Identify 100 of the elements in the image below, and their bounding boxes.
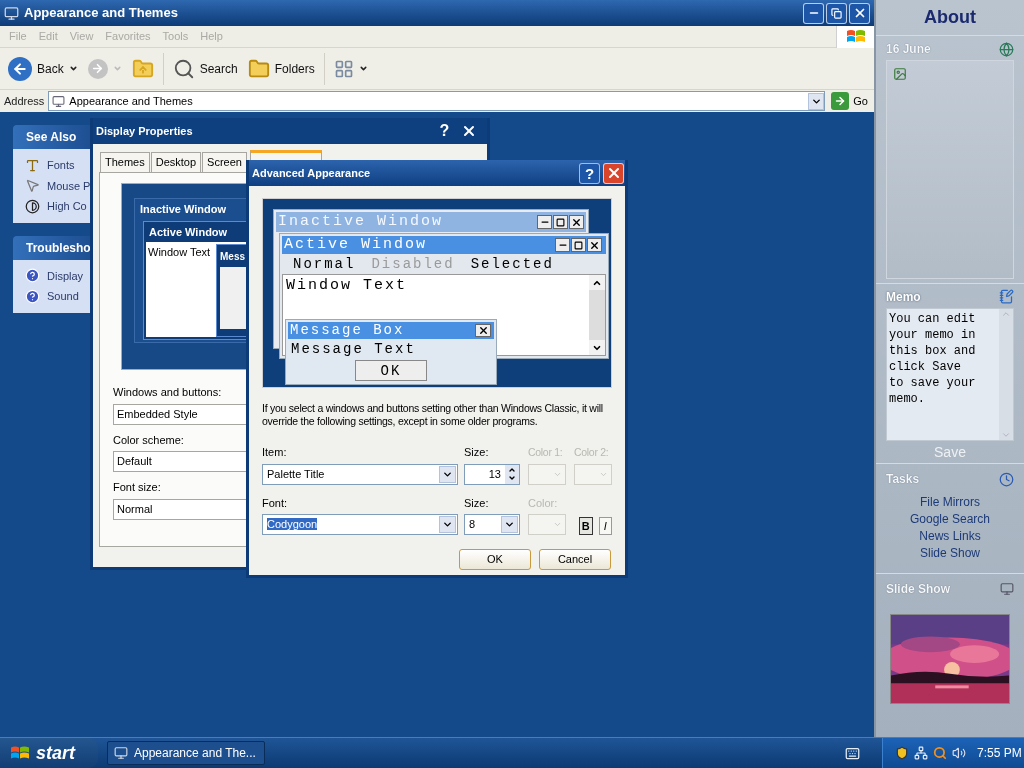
field-label: Size: xyxy=(464,445,490,460)
task-link[interactable]: File Mirrors xyxy=(920,494,980,511)
spinner-arrows-icon xyxy=(505,464,519,484)
preview-menu-item: Disabled xyxy=(371,254,455,274)
go-button[interactable]: Go xyxy=(829,92,870,110)
color-picker[interactable] xyxy=(528,514,566,535)
globe-icon xyxy=(999,41,1014,57)
clock-icon xyxy=(999,471,1014,487)
color-picker[interactable] xyxy=(574,463,612,485)
close-icon xyxy=(569,215,584,229)
pane-link[interactable]: Sound xyxy=(47,288,79,305)
maximize-icon xyxy=(571,238,586,252)
font-size-dropdown[interactable]: 8 xyxy=(464,514,520,535)
message-text: Message Text xyxy=(290,340,417,359)
pane-link[interactable]: High Co xyxy=(47,198,87,215)
memo-field[interactable]: You can edit your memo in this box and click Save to save your memo. xyxy=(886,307,1014,441)
monitor-icon xyxy=(1000,582,1014,596)
inactive-window-title: Inactive Window xyxy=(140,201,227,217)
mouse-icon xyxy=(25,178,40,194)
size-spinner[interactable]: 13 xyxy=(464,463,520,485)
page-icon xyxy=(52,94,66,108)
minimize-icon xyxy=(537,215,552,229)
restore-button[interactable] xyxy=(826,2,847,24)
window-text: Window Text xyxy=(147,245,211,260)
pane-link[interactable]: Fonts xyxy=(47,157,75,174)
contrast-icon xyxy=(25,198,40,214)
address-field[interactable]: Appearance and Themes xyxy=(48,91,826,111)
task-link[interactable]: Slide Show xyxy=(919,545,980,562)
scroll-down-icon xyxy=(589,340,605,355)
font-dropdown[interactable]: Codygoon xyxy=(262,514,458,535)
field-label: Color 2: xyxy=(574,444,610,460)
address-label: Address xyxy=(4,93,45,109)
message-box-title: Mess xyxy=(220,249,245,264)
close-button[interactable] xyxy=(603,162,624,184)
tab[interactable]: Themes xyxy=(100,152,150,172)
back-button[interactable]: Back xyxy=(4,50,82,87)
pane-title: Troublesho xyxy=(26,239,91,257)
scroll-down-icon xyxy=(1001,430,1011,440)
search-icon xyxy=(172,57,195,80)
close-button[interactable] xyxy=(849,2,870,24)
restore-icon xyxy=(831,7,842,19)
font-icon xyxy=(25,157,40,173)
start-button[interactable]: start xyxy=(0,738,98,768)
chevron-down-icon xyxy=(504,519,515,530)
close-icon xyxy=(475,324,491,337)
field-label: Font size: xyxy=(113,480,162,495)
folder-icon xyxy=(247,57,270,80)
section-title: Tasks xyxy=(886,471,920,488)
inactive-window-title: Inactive Window xyxy=(278,211,445,232)
help-button[interactable]: ? xyxy=(579,162,600,184)
search-button[interactable]: Search xyxy=(168,50,242,87)
field-label: Windows and buttons: xyxy=(113,385,223,400)
minimize-icon xyxy=(555,238,570,252)
help-icon xyxy=(25,268,40,284)
shield-icon xyxy=(895,746,909,760)
speaker-icon xyxy=(952,746,966,760)
image-icon xyxy=(893,67,907,81)
pane-link[interactable]: Mouse P xyxy=(47,177,91,194)
taskbar-button[interactable]: Appearance and The... xyxy=(107,741,265,765)
network-icon xyxy=(914,746,928,760)
dialog-title: Advanced Appearance xyxy=(252,165,372,181)
views-icon xyxy=(333,58,354,79)
keyboard-icon xyxy=(845,745,860,761)
notepad-icon xyxy=(999,289,1014,305)
color-picker[interactable] xyxy=(528,463,566,485)
close-icon xyxy=(587,238,602,252)
tab[interactable]: Desktop xyxy=(150,152,202,172)
item-dropdown[interactable]: Palette Title xyxy=(262,463,458,485)
tab[interactable]: Screen xyxy=(202,152,247,172)
search-icon xyxy=(933,746,947,760)
window-text: Window Text xyxy=(285,276,408,296)
window-icon xyxy=(4,5,19,21)
bold-button[interactable]: B xyxy=(579,517,593,535)
italic-button[interactable]: I xyxy=(598,517,612,535)
section-title: 16 June xyxy=(886,41,931,58)
help-icon xyxy=(25,288,40,304)
dialog-button[interactable]: OK xyxy=(459,549,531,570)
field-label: Color scheme: xyxy=(113,432,185,448)
field-label: Size: xyxy=(464,495,490,511)
pane-link[interactable]: Display xyxy=(47,267,84,284)
folders-button[interactable]: Folders xyxy=(243,50,319,87)
window-icon xyxy=(114,746,128,760)
message-box-title: Message Box xyxy=(290,321,406,340)
dialog-button[interactable]: Cancel xyxy=(539,549,611,570)
maximize-icon xyxy=(553,215,568,229)
task-link[interactable]: Google Search xyxy=(909,511,991,528)
help-button[interactable]: ? xyxy=(434,120,455,142)
active-window-title: Active Window xyxy=(284,234,429,255)
dialog-title: Display Properties xyxy=(96,123,194,139)
field-label: Color: xyxy=(528,495,559,511)
minimize-button[interactable] xyxy=(803,2,824,24)
clock-text: 7:55 PM xyxy=(977,745,1022,762)
flag-icon xyxy=(845,28,866,45)
preview-ok-button[interactable]: OK xyxy=(355,360,427,381)
task-link[interactable]: News Links xyxy=(919,528,981,545)
active-window-title: Active Window xyxy=(149,224,228,240)
field-label: Color 1: xyxy=(528,444,564,460)
scroll-up-icon xyxy=(589,275,605,290)
chevron-down-icon xyxy=(442,519,453,530)
pane-title: See Also xyxy=(26,129,77,146)
